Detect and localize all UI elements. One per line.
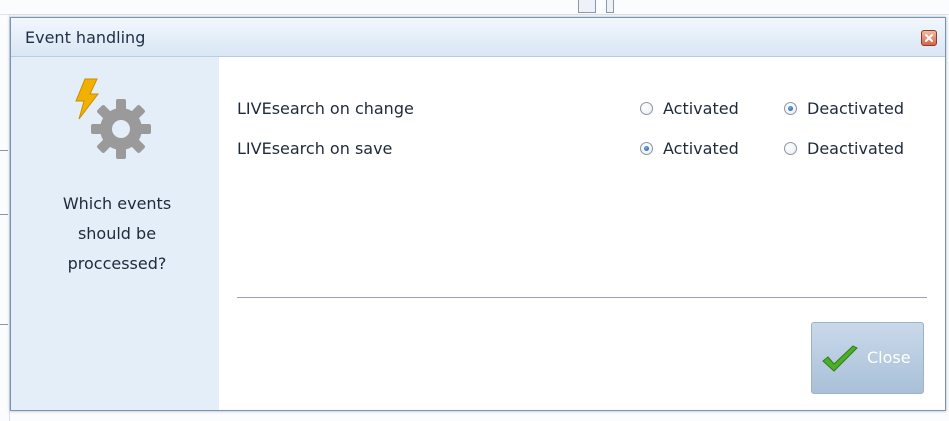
livesearch-on-save-deactivated[interactable]: Deactivated [784, 139, 904, 158]
event-handling-dialog: Event handling Which events should be pr… [10, 17, 946, 411]
radio-button[interactable] [784, 142, 797, 155]
background-icon [578, 0, 596, 13]
pane-caption-line: Which events [62, 194, 172, 213]
livesearch-on-change-deactivated[interactable]: Deactivated [784, 99, 904, 118]
radio-button-selected[interactable] [640, 142, 653, 155]
livesearch-on-change-activated[interactable]: Activated [640, 99, 739, 118]
dialog-title: Event handling [25, 28, 146, 47]
livesearch-on-save-activated[interactable]: Activated [640, 139, 739, 158]
close-icon[interactable] [921, 30, 937, 46]
close-button-label: Close [867, 348, 911, 367]
radio-label: Activated [663, 139, 739, 158]
background-icon [606, 0, 614, 13]
pane-caption-line: proccessed? [67, 254, 167, 273]
radio-label: Deactivated [807, 99, 905, 118]
radio-label: Deactivated [807, 139, 905, 158]
background-tick [0, 324, 8, 325]
pane-caption: Which events should be proccessed? [21, 189, 213, 279]
footer-divider [237, 297, 927, 298]
info-pane: Which events should be proccessed? [11, 57, 219, 410]
livesearch-on-save-label: LIVEsearch on save [237, 139, 393, 158]
radio-button[interactable] [640, 102, 653, 115]
pane-caption-line: should be [77, 224, 157, 243]
livesearch-on-change-label: LIVEsearch on change [237, 99, 414, 118]
radio-label: Activated [663, 99, 739, 118]
settings-content: LIVEsearch on change Activated Deactivat… [219, 57, 945, 410]
background-divider [0, 14, 949, 15]
lightning-gear-icon [75, 78, 151, 159]
close-button[interactable]: Close [811, 322, 924, 394]
background-tick [0, 150, 8, 151]
radio-button-selected[interactable] [784, 102, 797, 115]
dialog-titlebar: Event handling [11, 18, 945, 57]
background-tick [0, 214, 8, 215]
checkmark-icon [822, 345, 858, 372]
